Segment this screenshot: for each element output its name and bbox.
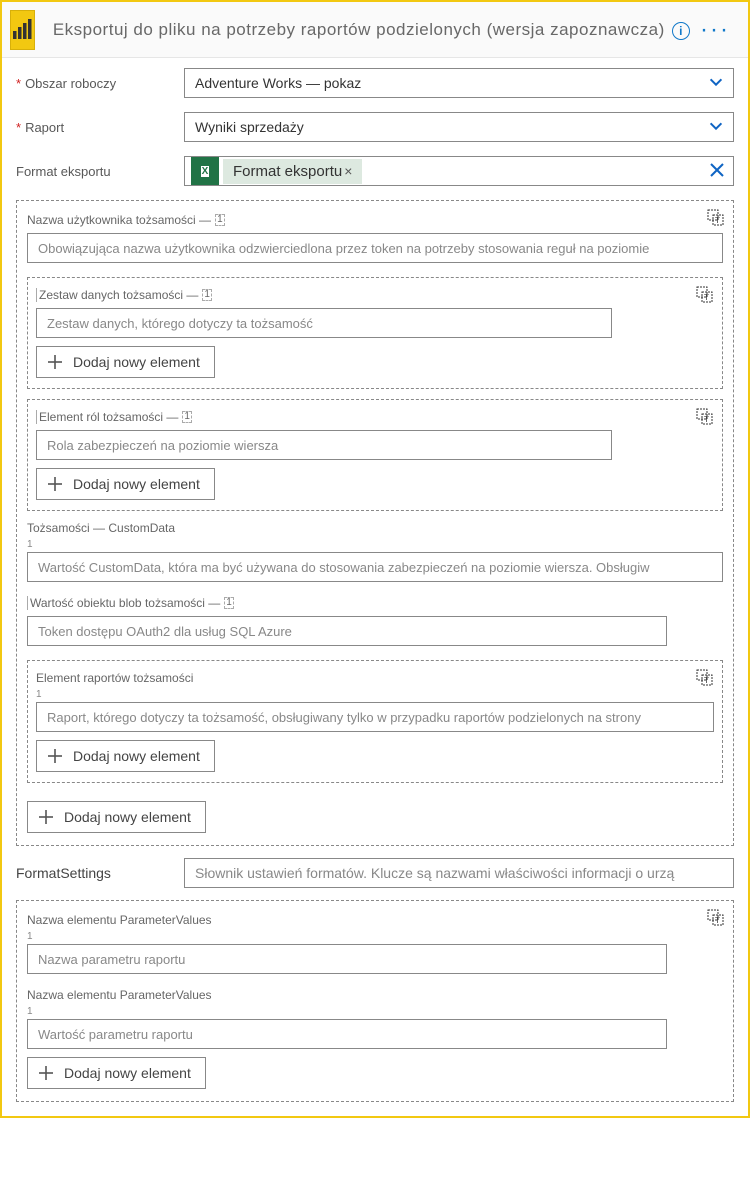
info-icon[interactable]: i <box>672 22 690 40</box>
identity-customdata-label: Tożsamości — CustomData <box>27 521 723 535</box>
identity-reports-group: Element raportów tożsamości T 1 Dodaj no… <box>27 660 723 783</box>
svg-text:T: T <box>704 293 709 302</box>
svg-text:T: T <box>715 216 720 225</box>
powerbi-logo-icon <box>10 10 35 50</box>
param-name-label: Nazwa elementu ParameterValues <box>27 913 723 927</box>
array-toggle-icon[interactable]: T <box>696 408 714 431</box>
identity-roles-group: Element ról tożsamości —1 T Dodaj nowy e… <box>27 399 723 511</box>
identity-roles-input[interactable] <box>36 430 612 460</box>
add-dataset-button[interactable]: Dodaj nowy element <box>36 346 215 378</box>
export-format-label: Format eksportu <box>16 164 184 179</box>
svg-text:T: T <box>704 676 709 685</box>
export-format-select[interactable]: X Format eksportu × <box>184 156 734 186</box>
workspace-select[interactable]: Adventure Works — pokaz <box>184 68 734 98</box>
identity-dataset-label: Zestaw danych tożsamości —1 <box>36 288 714 302</box>
workspace-label: *Obszar roboczy <box>16 76 184 91</box>
chevron-down-icon <box>707 117 725 138</box>
identity-username-label: Nazwa użytkownika tożsamości —1 <box>27 213 723 227</box>
parametervalues-group: Nazwa elementu ParameterValues T 1 Nazwa… <box>16 900 734 1102</box>
report-value: Wyniki sprzedaży <box>195 119 304 135</box>
identity-reports-label: Element raportów tożsamości <box>36 671 714 685</box>
clear-icon[interactable] <box>709 162 725 181</box>
svg-text:T: T <box>704 415 709 424</box>
identity-roles-label: Element ról tożsamości —1 <box>36 410 714 424</box>
more-menu-icon[interactable]: ··· <box>690 16 740 44</box>
add-report-button[interactable]: Dodaj nowy element <box>36 740 215 772</box>
add-role-button[interactable]: Dodaj nowy element <box>36 468 215 500</box>
identity-reports-input[interactable] <box>36 702 714 732</box>
array-toggle-icon[interactable]: T <box>707 209 725 232</box>
chip-close-icon[interactable]: × <box>344 163 352 179</box>
workspace-value: Adventure Works — pokaz <box>195 75 361 91</box>
excel-icon: X <box>191 157 219 185</box>
identity-blob-input[interactable] <box>27 616 667 646</box>
export-format-chip-label: Format eksportu <box>233 163 342 180</box>
array-toggle-icon[interactable]: T <box>696 286 714 309</box>
add-param-button[interactable]: Dodaj nowy element <box>27 1057 206 1089</box>
identity-dataset-input[interactable] <box>36 308 612 338</box>
array-toggle-icon[interactable]: T <box>707 909 725 932</box>
identity-username-input[interactable] <box>27 233 723 263</box>
param-value-label: Nazwa elementu ParameterValues <box>27 988 723 1002</box>
identities-group: Nazwa użytkownika tożsamości —1 T Zestaw… <box>16 200 734 846</box>
add-identity-button[interactable]: Dodaj nowy element <box>27 801 206 833</box>
identity-blob-label: Wartość obiektu blob tożsamości —1 <box>27 596 723 610</box>
param-value-input[interactable] <box>27 1019 667 1049</box>
array-toggle-icon[interactable]: T <box>696 669 714 692</box>
report-label: *Raport <box>16 120 184 135</box>
identity-customdata-input[interactable] <box>27 552 723 582</box>
identity-dataset-group: Zestaw danych tożsamości —1 T Dodaj nowy… <box>27 277 723 389</box>
formatsettings-label: FormatSettings <box>16 865 184 881</box>
param-name-input[interactable] <box>27 944 667 974</box>
formatsettings-input[interactable]: Słownik ustawień formatów. Klucze są naz… <box>184 858 734 888</box>
report-select[interactable]: Wyniki sprzedaży <box>184 112 734 142</box>
chevron-down-icon <box>707 73 725 94</box>
header-title: Eksportuj do pliku na potrzeby raportów … <box>53 20 690 40</box>
header-bar: Eksportuj do pliku na potrzeby raportów … <box>2 2 748 58</box>
svg-text:T: T <box>715 916 720 925</box>
